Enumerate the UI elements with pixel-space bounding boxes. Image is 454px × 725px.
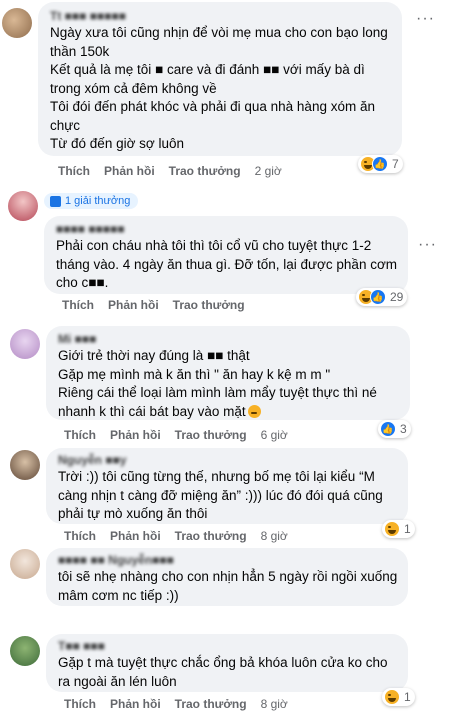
reaction-count: 1 — [404, 522, 411, 536]
comment-author[interactable]: Tt ■■■ ■■■■■ — [50, 9, 392, 24]
comment-author[interactable]: Nguyễn ■■y — [58, 453, 398, 468]
comment-text: Trời :)) tôi cũng từng thế, nhưng bố mẹ … — [58, 468, 398, 524]
like-reaction-icon — [380, 421, 396, 437]
comment-time[interactable]: 8 giờ — [261, 697, 288, 711]
award-button[interactable]: Trao thưởng — [175, 529, 247, 543]
award-button[interactable]: Trao thưởng — [173, 298, 245, 312]
reply-button[interactable]: Phản hồi — [110, 697, 161, 711]
comment-bubble: ■■■■ ■■■■■ Phải con cháu nhà tôi thì tôi… — [44, 216, 408, 294]
like-button[interactable]: Thích — [64, 428, 96, 442]
award-button[interactable]: Trao thưởng — [175, 428, 247, 442]
comment-line: Gặp mẹ mình mà k ăn thì " ăn hay k kệ m … — [58, 366, 331, 382]
reply-button[interactable]: Phản hồi — [110, 529, 161, 543]
avatar[interactable] — [10, 329, 40, 359]
like-reaction-icon — [370, 289, 386, 305]
avatar[interactable] — [10, 549, 40, 579]
reply-button[interactable]: Phản hồi — [108, 298, 159, 312]
award-badge[interactable]: 1 giải thưởng — [44, 193, 139, 209]
award-badge-label: 1 giải thưởng — [65, 195, 131, 207]
like-button[interactable]: Thích — [64, 529, 96, 543]
comment-line-text: Riêng cái thể loại làm mình làm mẩy tuyệ… — [58, 385, 377, 419]
award-button[interactable]: Trao thưởng — [169, 164, 241, 178]
avatar[interactable] — [2, 8, 32, 38]
comment-bubble: Mi ■■■ Giới trẻ thời nay đúng là ■■ thật… — [46, 326, 410, 420]
comment-author[interactable]: Mi ■■■ — [58, 332, 400, 347]
more-options-icon[interactable]: ··· — [418, 237, 437, 253]
comment-actions: Thích Phản hồi Trao thưởng 8 giờ — [64, 529, 288, 543]
reaction-count: 7 — [392, 157, 399, 171]
comment-actions: Thích Phản hồi Trao thưởng 6 giờ — [64, 428, 288, 442]
comment-bubble: Tt ■■■ ■■■■■ Ngày xưa tôi cũng nhịn để v… — [38, 2, 402, 156]
comment-author[interactable]: T■■ ■■■ — [58, 639, 398, 654]
comment-line: Gặp t mà tuyệt thực chắc ổng bả khóa luô… — [58, 655, 388, 689]
like-button[interactable]: Thích — [64, 697, 96, 711]
comment-actions: Thích Phản hồi Trao thưởng 2 giờ — [58, 164, 282, 178]
like-button[interactable]: Thích — [62, 298, 94, 312]
comment-text: Gặp t mà tuyệt thực chắc ổng bả khóa luô… — [58, 654, 398, 691]
comment-time[interactable]: 2 giờ — [255, 164, 282, 178]
like-reaction-icon — [372, 156, 388, 172]
reaction-summary[interactable]: 1 — [382, 688, 415, 706]
comment-line: Phải con cháu nhà tôi thì tôi cổ vũ cho … — [56, 238, 398, 290]
comment-author[interactable]: ■■■■ ■■ Nguyễn■■■ — [58, 553, 398, 568]
avatar[interactable] — [10, 450, 40, 480]
comment-line: Từ đó đến giờ sợ luôn — [50, 136, 185, 151]
avatar[interactable] — [8, 191, 38, 221]
comment-text: Ngày xưa tôi cũng nhịn để vòi mẹ mua cho… — [50, 24, 392, 154]
reaction-count: 1 — [404, 690, 411, 704]
reaction-count: 29 — [390, 290, 404, 304]
comment-time[interactable]: 8 giờ — [261, 529, 288, 543]
reaction-summary[interactable]: 3 — [378, 420, 411, 438]
comment-bubble: Nguyễn ■■y Trời :)) tôi cũng từng thế, n… — [46, 448, 408, 524]
reaction-count: 3 — [400, 422, 407, 436]
comment-actions: Thích Phản hồi Trao thưởng 8 giờ — [64, 697, 288, 711]
comment-text: Phải con cháu nhà tôi thì tôi cổ vũ cho … — [56, 237, 398, 293]
avatar[interactable] — [10, 636, 40, 666]
comment-line: Giới trẻ thời nay đúng là ■■ thật — [58, 348, 250, 363]
reaction-summary[interactable]: 29 — [356, 288, 408, 306]
more-options-icon[interactable]: ··· — [416, 11, 435, 27]
comment-line: tôi sẽ nhẹ nhàng cho con nhịn hẳn 5 ngày… — [58, 569, 398, 603]
comment-text: Giới trẻ thời nay đúng là ■■ thật Gặp mẹ… — [58, 347, 400, 421]
sad-emoji-icon — [247, 404, 261, 418]
award-button[interactable]: Trao thưởng — [175, 697, 247, 711]
haha-reaction-icon — [384, 689, 400, 705]
comment-bubble: T■■ ■■■ Gặp t mà tuyệt thực chắc ổng bả … — [46, 634, 408, 692]
comment-actions: Thích Phản hồi Trao thưởng — [62, 298, 245, 312]
reaction-summary[interactable]: 7 — [358, 155, 403, 173]
award-icon — [50, 195, 61, 207]
comment-line: Ngày xưa tôi cũng nhịn để vòi mẹ mua cho… — [50, 25, 388, 59]
comment-line: Tôi đói đến phát khóc và phải đi qua nhà… — [50, 99, 375, 133]
comment-text: tôi sẽ nhẹ nhàng cho con nhịn hẳn 5 ngày… — [58, 568, 398, 605]
reply-button[interactable]: Phản hồi — [104, 164, 155, 178]
haha-reaction-icon — [384, 521, 400, 537]
comment-bubble: ■■■■ ■■ Nguyễn■■■ tôi sẽ nhẹ nhàng cho c… — [46, 548, 408, 606]
comment-line: Kết quả là mẹ tôi ■ care và đi đánh ■■ v… — [50, 62, 365, 96]
reaction-summary[interactable]: 1 — [382, 520, 415, 538]
comment-time[interactable]: 6 giờ — [261, 428, 288, 442]
comment-line: Riêng cái thể loại làm mình làm mẩy tuyệ… — [58, 384, 400, 421]
comment-line: Trời :)) tôi cũng từng thế, nhưng bố mẹ … — [58, 469, 383, 521]
reply-button[interactable]: Phản hồi — [110, 428, 161, 442]
like-button[interactable]: Thích — [58, 164, 90, 178]
comment-author[interactable]: ■■■■ ■■■■■ — [56, 222, 398, 237]
